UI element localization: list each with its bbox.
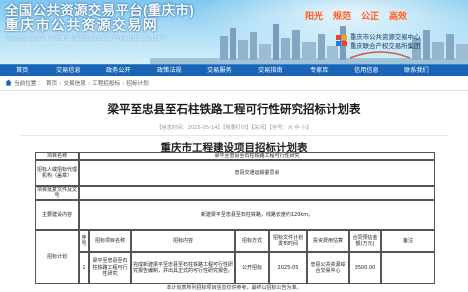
row-note: [381, 252, 435, 284]
breadcrumb: 当前位置：首页 › 交易信息 › 工程招投标 › 招标计划: [5, 79, 149, 89]
nav-item-trading-info[interactable]: 交易信息: [56, 66, 81, 76]
header-banner: 全国公共资源交易平台(重庆市) 重庆市公共资源交易网 CHONG QING PU…: [0, 0, 468, 64]
row-amount: 3500.00: [349, 252, 381, 284]
col-header-content: 招标内容: [131, 230, 235, 252]
tender-plan-table: 项目名称 梁平至忠县至石柱铁路工程可行性研究 招标人或招标代理机构（盖章） 忠县…: [35, 152, 435, 292]
nav-item-trading-services[interactable]: 交易服务: [207, 66, 232, 76]
tenderer-label: 招标人或招标代理机构（盖章）: [35, 160, 79, 186]
article-meta: 【信息时间：2025-05-14】【我要打印】【关闭】【字号：大 中 小】: [156, 125, 312, 131]
row-invest: 忠县公共资源综合交易中心: [307, 252, 349, 284]
project-name-value: 梁平至忠县至石柱铁路工程可行性研究: [79, 152, 435, 160]
org-name: 重庆市公共资源交易中心: [350, 33, 421, 41]
content-value: 新建梁平至忠县至石柱铁路，线路长度约120km。: [79, 200, 435, 230]
col-header-note: 备注: [381, 230, 435, 252]
slogan: 高效: [389, 12, 408, 22]
site-title-english: CHONG QING PUBLIC RESOURCES TRADING CENT…: [5, 36, 166, 42]
city-skyline-image: [150, 24, 468, 64]
nav-item-experts[interactable]: 专家库: [310, 66, 329, 76]
row-name: 梁平至忠县至石柱铁路工程可行性研究: [89, 252, 131, 284]
divider: [0, 90, 468, 91]
nav-item-home[interactable]: 首页: [16, 66, 28, 76]
nav-item-trading-guide[interactable]: 交易指南: [258, 66, 283, 76]
col-header-method: 招标方式: [235, 230, 269, 252]
site-title-line2: 重庆市公共资源交易网: [5, 17, 158, 33]
content-label: 主要建设内容: [35, 200, 79, 230]
home-icon: [5, 79, 12, 86]
site-title-line1: 全国公共资源交易平台(重庆市): [5, 3, 194, 18]
article-title: 梁平至忠县至石柱铁路工程可行性研究招标计划表: [107, 104, 361, 116]
breadcrumb-trading-info[interactable]: 交易信息: [63, 81, 85, 87]
org-names: 重庆市公共资源交易中心 重庆联合产权交易所集团: [350, 33, 420, 50]
nav-item-policies[interactable]: 政策法规: [157, 66, 182, 76]
row-method: 公开招标: [235, 252, 269, 284]
nav-item-contact[interactable]: 联系我们: [404, 66, 429, 76]
breadcrumb-tender-plan[interactable]: 招标计划: [126, 81, 148, 87]
breadcrumb-engineering[interactable]: 工程招投标: [92, 81, 120, 87]
breadcrumb-home[interactable]: 首页: [46, 81, 57, 87]
slogan: 规范: [333, 12, 352, 22]
approval-label: 项目批复文件及文号: [35, 186, 79, 200]
col-header-time: 招标文件计划发布时间: [269, 230, 307, 252]
org-logo-icon: [336, 35, 347, 46]
tenderer-value: 忠县交通运输委员会: [79, 160, 435, 186]
slogan: 阳光: [305, 12, 324, 22]
col-header-invest: 投资费用估算: [307, 230, 349, 252]
plan-label: 招标计划: [35, 230, 79, 284]
nav-item-credit-info[interactable]: 信用信息: [354, 66, 379, 76]
divider: [20, 135, 448, 136]
col-header-name: 招标项目名称: [89, 230, 131, 252]
footer-note: 本计划表所列招标项目信息仅供参考，最终以招标公告为准。: [166, 285, 302, 291]
row-content: 完成新建梁平至忠县至石柱铁路工程可行性研究报告编制，并出具正式的可行性研究报告。: [131, 252, 235, 284]
col-header-no: 序号: [79, 230, 89, 252]
row-no: 1: [79, 252, 89, 284]
project-name-label: 项目名称: [35, 152, 79, 160]
breadcrumb-label: 当前位置: [14, 81, 37, 87]
approval-value: [79, 186, 435, 200]
main-nav: 首页 交易信息 政务公开 政策法规 交易服务 交易指南 专家库 信用信息 联系我…: [0, 64, 468, 76]
slogan: 公正: [361, 12, 380, 22]
nav-item-government-affairs[interactable]: 政务公开: [106, 66, 131, 76]
org-name: 重庆联合产权交易所集团: [350, 41, 421, 50]
row-time: 2025-05: [269, 252, 307, 284]
slogans: 阳光 规范 公正 高效: [305, 9, 417, 22]
col-header-amount: 合同预估金额(万元): [349, 230, 381, 252]
